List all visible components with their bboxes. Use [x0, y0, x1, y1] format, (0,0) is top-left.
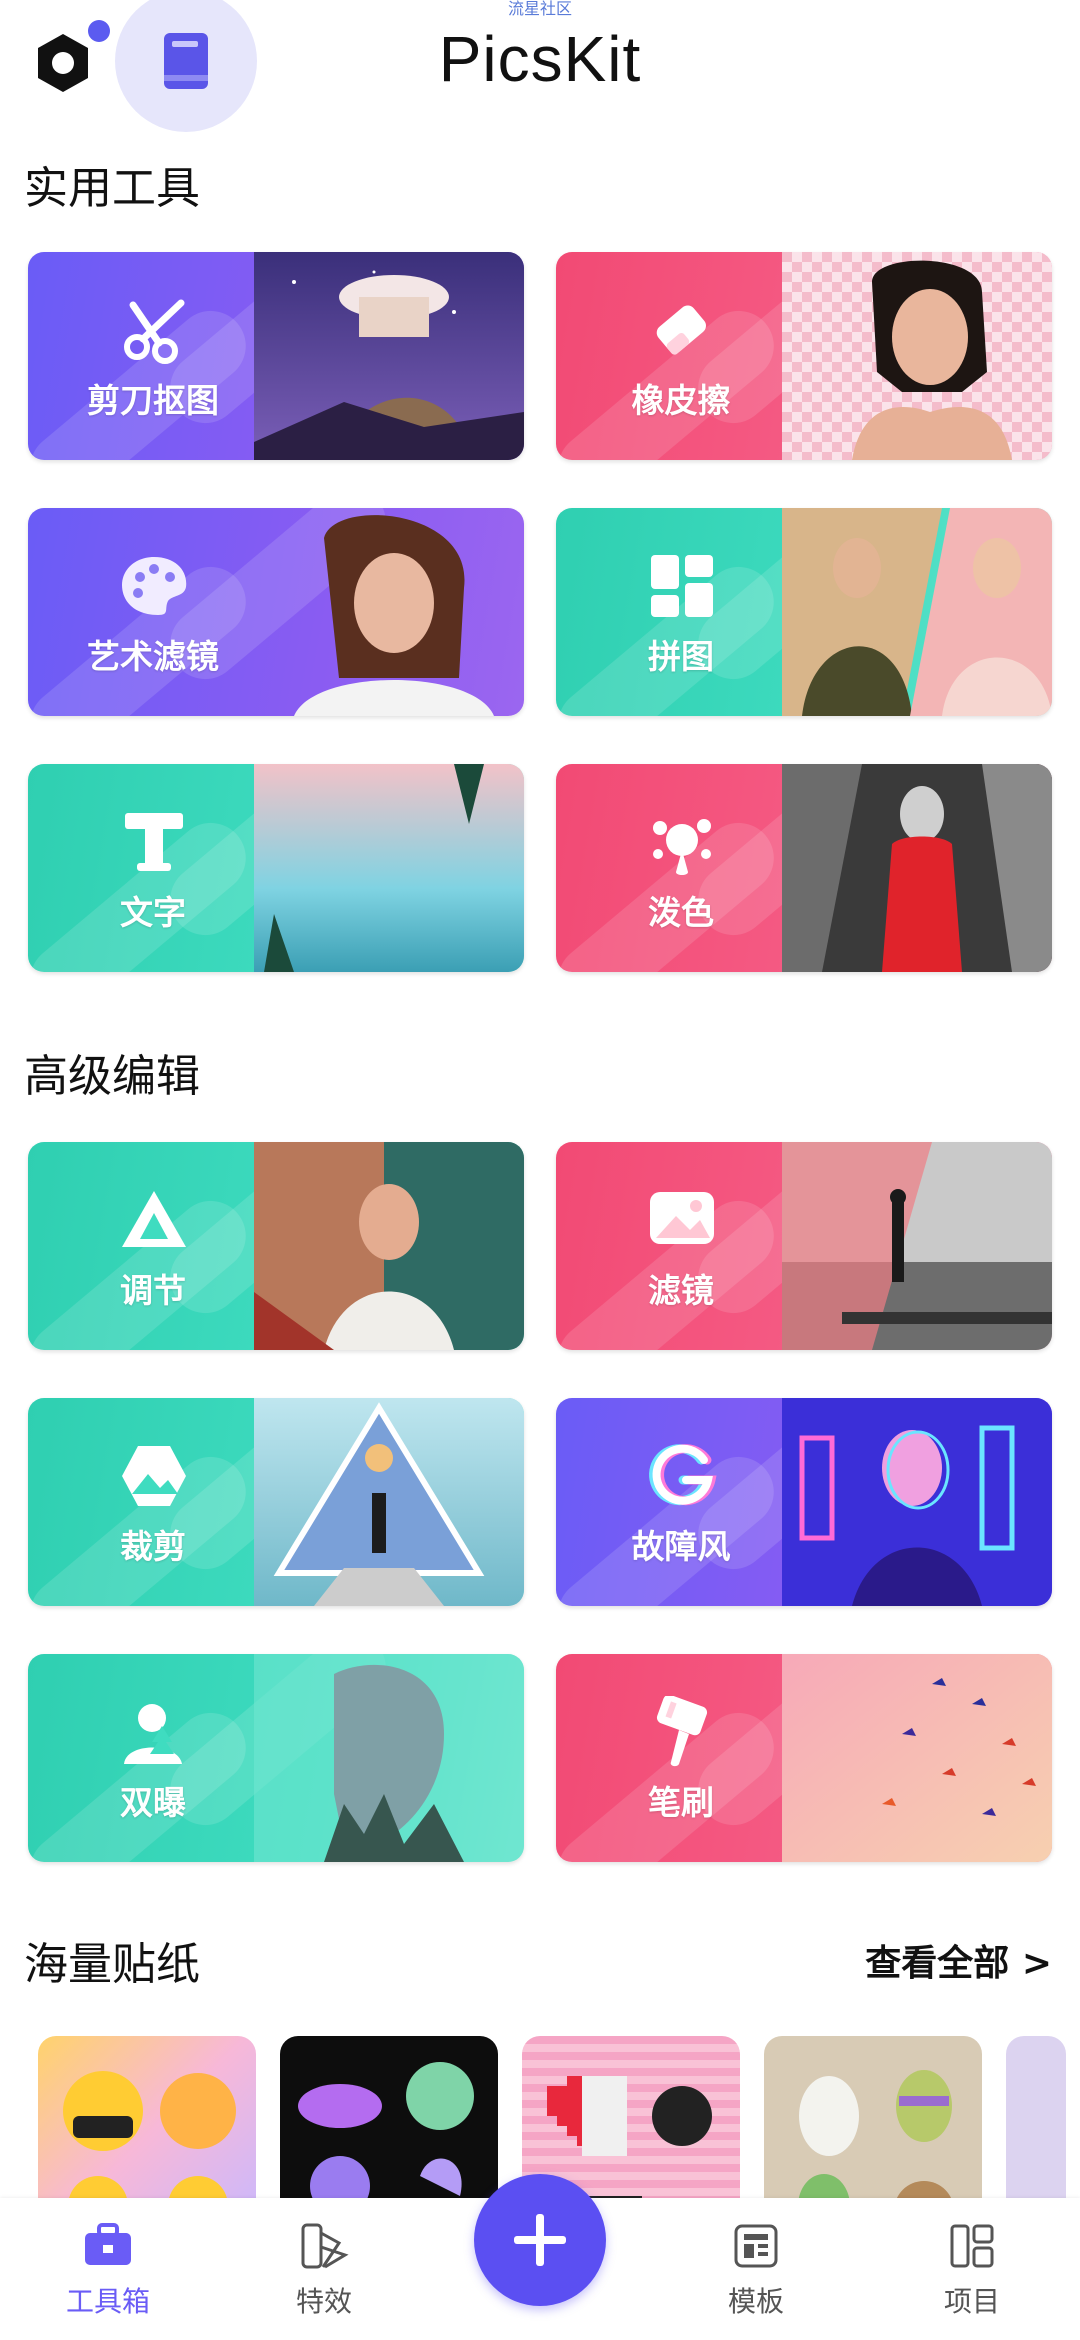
section-title-advanced: 高级编辑 [24, 1051, 200, 1102]
brush-icon [644, 1694, 720, 1770]
double-exposure-icon [116, 1694, 192, 1770]
sticker-pack-easter[interactable] [764, 2036, 982, 2206]
header: PicsKit [0, 0, 1080, 140]
tool-label: 滤镜 [648, 1271, 714, 1310]
tool-label: 文字 [120, 893, 186, 932]
brush-preview-image [782, 1654, 1052, 1862]
crop-preview-image [254, 1398, 524, 1606]
tool-card-art-filter[interactable]: 艺术滤镜 [28, 508, 524, 716]
advanced-card-glitch[interactable]: 故障风 [556, 1398, 1052, 1606]
tool-label: 裁剪 [120, 1527, 186, 1566]
tab-templates[interactable]: 模板 [686, 2218, 826, 2320]
tab-effects[interactable]: 特效 [254, 2218, 394, 2320]
eraser-preview-image [782, 252, 1052, 460]
advanced-card-filter[interactable]: 滤镜 [556, 1142, 1052, 1350]
tool-label: 故障风 [631, 1527, 731, 1566]
double-exposure-preview-image [254, 1654, 524, 1862]
tab-label: 工具箱 [65, 2285, 150, 2318]
section-title-stickers: 海量贴纸 [24, 1939, 200, 1990]
sticker-pack-holographic[interactable] [280, 2036, 498, 2206]
crop-icon [116, 1438, 192, 1514]
collage-icon [644, 548, 720, 624]
effects-icon [294, 2218, 354, 2274]
template-icon [726, 2218, 786, 2274]
filter-preview-image [782, 1142, 1052, 1350]
sticker-pack-more[interactable] [1006, 2036, 1066, 2206]
tab-label: 模板 [727, 2285, 784, 2318]
text-icon [116, 804, 192, 880]
advanced-card-crop[interactable]: 裁剪 [28, 1398, 524, 1606]
advanced-card-double-exposure[interactable]: 双曝 [28, 1654, 524, 1862]
app-title: PicsKit [438, 23, 642, 95]
create-button[interactable] [474, 2174, 606, 2306]
cutout-preview-image [254, 252, 524, 460]
emoji-sticker-image [63, 2071, 236, 2206]
tool-card-collage[interactable]: 拼图 [556, 508, 1052, 716]
tab-label: 特效 [295, 2285, 352, 2318]
splash-icon [644, 804, 720, 880]
tool-label: 笔刷 [648, 1783, 714, 1822]
advanced-card-brush[interactable]: 笔刷 [556, 1654, 1052, 1862]
collage-preview-image [782, 508, 1052, 716]
project-icon [942, 2218, 1002, 2274]
sticker-pack-emoji[interactable] [38, 2036, 256, 2206]
filter-icon [644, 1182, 720, 1258]
toolbox-icon [78, 2218, 138, 2274]
art-filter-preview-image [294, 515, 494, 716]
tool-label: 双曝 [120, 1783, 186, 1822]
adjust-icon [116, 1182, 192, 1258]
section-title-tools: 实用工具 [24, 163, 200, 214]
palette-icon [116, 548, 192, 624]
holographic-sticker-image [298, 2062, 474, 2206]
plus-icon [514, 2214, 566, 2266]
tool-label: 调节 [120, 1271, 186, 1310]
scissors-icon [116, 292, 192, 368]
see-all-stickers-link[interactable]: 查看全部 > [865, 1934, 1052, 1986]
tab-label: 项目 [943, 2285, 1000, 2318]
glitch-preview-image [782, 1398, 1052, 1606]
advanced-card-adjust[interactable]: 调节 [28, 1142, 524, 1350]
color-splash-preview-image [782, 764, 1052, 972]
tab-toolbox[interactable]: 工具箱 [38, 2218, 178, 2320]
tool-label: 剪刀抠图 [87, 381, 219, 420]
tool-card-text[interactable]: 文字 [28, 764, 524, 972]
tool-label: 艺术滤镜 [87, 637, 219, 676]
tool-label: 橡皮擦 [631, 381, 731, 420]
glitch-icon [644, 1438, 720, 1514]
text-preview-image [254, 764, 524, 972]
tool-card-color-splash[interactable]: 泼色 [556, 764, 1052, 972]
tool-label: 拼图 [648, 637, 714, 676]
eraser-icon [644, 292, 720, 368]
adjust-preview-image [254, 1142, 524, 1350]
tool-label: 泼色 [648, 893, 714, 932]
tab-projects[interactable]: 项目 [902, 2218, 1042, 2320]
tool-card-eraser[interactable]: 橡皮擦 [556, 252, 1052, 460]
easter-sticker-image [798, 2070, 954, 2206]
tool-card-cutout[interactable]: 剪刀抠图 [28, 252, 524, 460]
